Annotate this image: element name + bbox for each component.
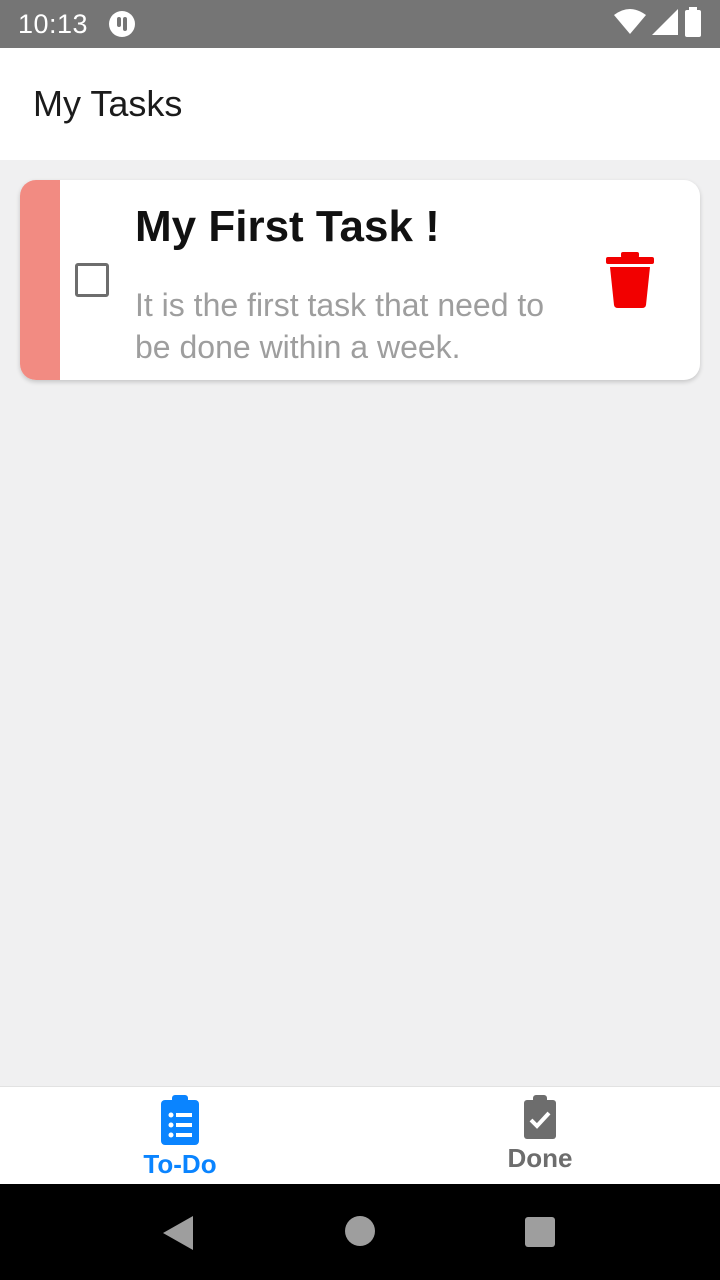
page-title: My Tasks — [33, 83, 183, 124]
back-icon[interactable] — [163, 1216, 193, 1250]
home-icon[interactable] — [345, 1216, 375, 1246]
status-icons — [614, 6, 702, 42]
todo-list-icon — [161, 1095, 199, 1145]
task-title: My First Task ! — [135, 202, 440, 251]
tab-done[interactable]: Done — [360, 1087, 720, 1184]
app-notification-icon — [108, 10, 136, 38]
wifi-icon — [614, 8, 646, 40]
recents-icon[interactable] — [525, 1217, 555, 1247]
signal-icon — [652, 8, 678, 40]
tab-done-label: Done — [507, 1143, 573, 1173]
tab-todo[interactable]: To-Do — [0, 1087, 360, 1184]
status-time: 10:13 — [18, 8, 89, 39]
system-nav-bar — [0, 1184, 720, 1280]
bottom-nav: To-Do Done — [0, 1086, 720, 1184]
trash-icon — [606, 252, 654, 308]
task-description: It is the first task that need to be don… — [135, 287, 545, 365]
task-checkbox[interactable] — [75, 263, 109, 297]
delete-task-button[interactable] — [604, 252, 656, 308]
battery-icon — [684, 6, 702, 42]
clipboard-check-icon — [524, 1095, 556, 1139]
tab-todo-label: To-Do — [143, 1149, 217, 1179]
task-card[interactable]: My First Task ! It is the first task tha… — [20, 180, 700, 380]
task-list: My First Task ! It is the first task tha… — [0, 160, 720, 1226]
task-color-strip — [20, 180, 60, 380]
app-bar: My Tasks — [0, 48, 720, 160]
status-bar: 10:13 — [0, 0, 720, 48]
